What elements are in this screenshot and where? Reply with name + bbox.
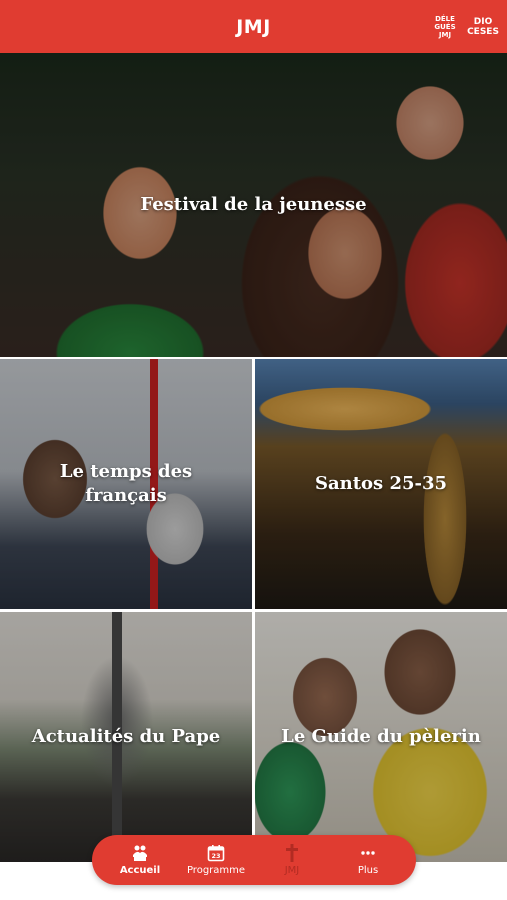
tab-label: Plus: [357, 865, 379, 876]
tile-santos-25-35[interactable]: Santos 25-35: [255, 359, 507, 609]
bottom-tab-bar: Accueil 23 Programme JMJ Plus: [92, 835, 416, 885]
tab-label: JMJ: [284, 865, 300, 876]
tile-temps-des-francais[interactable]: Le temps des français: [0, 359, 252, 609]
app-logo: JMJ: [236, 15, 271, 38]
tile-title: Festival de la jeunesse: [140, 194, 367, 215]
app-header: JMJ DÉLE GUÉS JMJ DIO CESES: [0, 0, 507, 53]
tab-label: Accueil: [119, 865, 161, 876]
tab-label: Programme: [186, 865, 246, 876]
more-icon: [359, 843, 377, 863]
tab-programme[interactable]: 23 Programme: [180, 838, 252, 882]
tile-actualites-du-pape[interactable]: Actualités du Pape: [0, 612, 252, 862]
calendar-day: 23: [211, 852, 220, 860]
tab-accueil[interactable]: Accueil: [104, 838, 176, 882]
tile-title: Santos 25-35: [314, 473, 448, 494]
tile-guide-du-pelerin[interactable]: Le Guide du pèlerin: [255, 612, 507, 862]
tab-jmj[interactable]: JMJ: [256, 838, 328, 882]
tile-festival-jeunesse[interactable]: Festival de la jeunesse: [0, 53, 507, 357]
tile-title: Actualités du Pape: [31, 726, 221, 747]
tab-plus[interactable]: Plus: [332, 838, 404, 882]
dioceses-label: DIO CESES: [467, 16, 499, 37]
delegues-jmj-button[interactable]: DÉLE GUÉS JMJ: [428, 0, 462, 53]
delegues-jmj-label: DÉLE GUÉS JMJ: [434, 14, 456, 39]
dioceses-button[interactable]: DIO CESES: [467, 0, 499, 53]
tile-title: Le Guide du pèlerin: [281, 726, 481, 747]
calendar-icon: 23: [207, 843, 225, 863]
tile-title: Le temps des français: [59, 461, 193, 506]
cross-icon: [283, 843, 301, 863]
home-people-icon: [131, 843, 149, 863]
